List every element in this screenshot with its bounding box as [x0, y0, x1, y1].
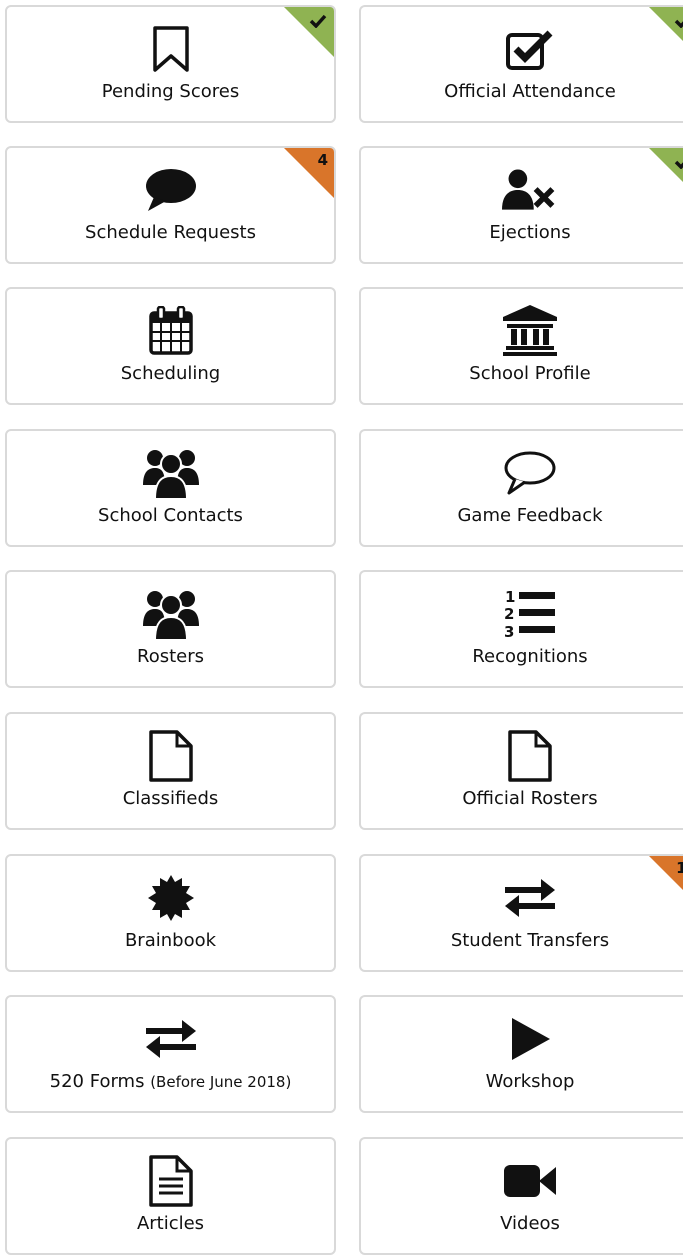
- tile-label: School Profile: [469, 363, 591, 384]
- tile-scheduling[interactable]: Scheduling: [5, 287, 336, 405]
- tile-student-transfers[interactable]: 12 Student Transfers: [359, 854, 683, 972]
- tile-school-contacts[interactable]: School Contacts: [5, 429, 336, 547]
- tile-label: Pending Scores: [101, 81, 240, 102]
- tile-label: Recognitions: [472, 646, 588, 667]
- check-icon: [674, 19, 683, 28]
- calendar-icon: [143, 306, 199, 355]
- tile-label: Student Transfers: [450, 930, 610, 951]
- tile-label: Videos: [500, 1213, 560, 1234]
- tile-videos[interactable]: Videos: [359, 1137, 683, 1255]
- tile-label: Rosters: [137, 646, 204, 667]
- checkbox-icon: [502, 25, 558, 73]
- tile-official-attendance[interactable]: Official Attendance: [359, 5, 683, 123]
- tile-label: Brainbook: [124, 930, 217, 951]
- tile-game-feedback[interactable]: Game Feedback: [359, 429, 683, 547]
- tile-label: Articles: [136, 1213, 205, 1234]
- tile-recognitions[interactable]: 123 Recognitions: [359, 570, 683, 688]
- tile-520-forms[interactable]: 520 Forms (Before June 2018): [5, 995, 336, 1113]
- tile-classifieds[interactable]: Classifieds: [5, 712, 336, 830]
- tile-label: School Contacts: [98, 505, 243, 526]
- tile-label: Classifieds: [122, 788, 219, 809]
- tile-label: 520 Forms (Before June 2018): [49, 1071, 292, 1092]
- document-icon: [143, 730, 199, 782]
- tile-official-rosters[interactable]: Official Rosters: [359, 712, 683, 830]
- tile-label: Schedule Requests: [85, 222, 256, 243]
- group-icon: [142, 590, 199, 640]
- speech-bubble-outline-icon: [502, 449, 558, 497]
- svg-text:3: 3: [504, 623, 514, 640]
- numbered-list-icon: 123: [502, 588, 558, 640]
- tile-label: Official Attendance: [444, 81, 616, 102]
- svg-text:2: 2: [504, 605, 514, 623]
- count-badge-text: 12: [676, 859, 683, 877]
- exchange-icon: [502, 874, 558, 922]
- tile-ejections[interactable]: Ejections: [359, 146, 683, 264]
- video-camera-icon: [502, 1157, 558, 1205]
- speech-bubble-icon: [143, 166, 199, 214]
- tile-school-profile[interactable]: School Profile: [359, 287, 683, 405]
- tile-label: Workshop: [485, 1071, 575, 1092]
- tile-workshop[interactable]: Workshop: [359, 995, 683, 1113]
- tile-pending-scores[interactable]: Pending Scores: [5, 5, 336, 123]
- bookmark-icon: [143, 25, 199, 73]
- document-text-icon: [143, 1155, 199, 1207]
- check-icon: [309, 14, 327, 28]
- document-icon: [502, 730, 558, 782]
- tile-label: Ejections: [489, 222, 571, 243]
- group-icon: [142, 449, 199, 499]
- certificate-icon: [143, 874, 199, 922]
- user-remove-icon: [502, 166, 558, 214]
- count-badge-text: 4: [317, 151, 328, 169]
- institution-icon: [502, 305, 558, 356]
- exchange-icon: [143, 1015, 199, 1063]
- svg-text:1: 1: [505, 588, 515, 606]
- check-icon: [674, 160, 683, 169]
- play-icon: [502, 1015, 558, 1063]
- tile-sublabel: (Before June 2018): [150, 1073, 292, 1091]
- tile-rosters[interactable]: Rosters: [5, 570, 336, 688]
- tile-articles[interactable]: Articles: [5, 1137, 336, 1255]
- tile-label: Game Feedback: [457, 505, 603, 526]
- tile-label: Scheduling: [120, 363, 221, 384]
- tile-schedule-requests[interactable]: 4 Schedule Requests: [5, 146, 336, 264]
- tile-brainbook[interactable]: Brainbook: [5, 854, 336, 972]
- tile-label: Official Rosters: [462, 788, 598, 809]
